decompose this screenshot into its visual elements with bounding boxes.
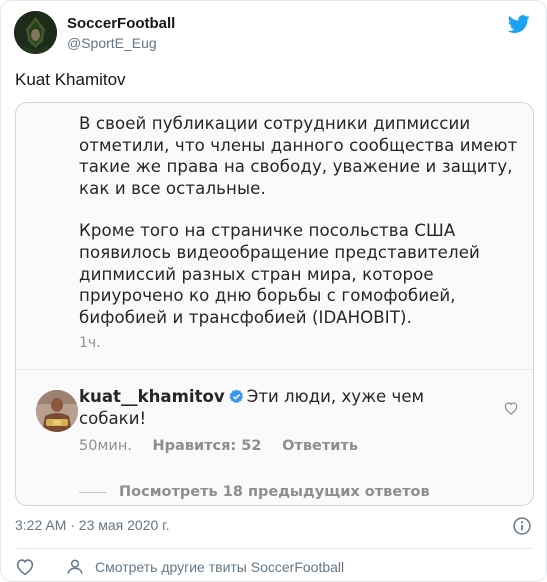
tweet-card: SoccerFootball @SportE_Eug Kuat Khamitov… [0,0,547,582]
comment-time: 50мин. [79,438,132,454]
heart-like-icon[interactable] [15,558,35,576]
comment-meta: 50мин. Нравится: 52 Ответить [79,438,374,454]
person-icon[interactable] [65,557,85,577]
comment-divider [16,369,533,370]
comment-likes: Нравится: 52 [152,438,262,454]
view-replies-link: Посмотреть 18 предыдущих ответов [79,484,430,500]
post-caption: В своей публикации сотрудники дипмиссии … [79,113,519,349]
tweet-timestamp[interactable]: 3:22 AM · 23 мая 2020 г. [15,517,169,533]
embedded-screenshot[interactable]: В своей публикации сотрудники дипмиссии … [15,102,534,506]
commenter-avatar [36,390,78,432]
caption-paragraph-1: В своей публикации сотрудники дипмиссии … [79,114,518,198]
verified-badge-icon [229,389,243,404]
heart-outline-icon [504,402,518,415]
tweet-text: Kuat Khamitov [15,70,126,89]
comment-reply-button: Ответить [282,438,358,454]
comment-body: kuat__khamitov Эти люди, хуже чем собаки! [79,386,459,430]
view-replies-dash [79,491,107,493]
author-display-name[interactable]: SoccerFootball [67,14,175,33]
post-time: 1ч. [79,335,101,351]
caption-paragraph-2: Кроме того на страничке посольства США п… [79,221,480,327]
view-replies-label: Посмотреть 18 предыдущих ответов [119,484,430,500]
author-handle[interactable]: @SportE_Eug [67,34,175,53]
commenter-username: kuat__khamitov [79,387,225,406]
author-block[interactable]: SoccerFootball @SportE_Eug [67,14,175,53]
footer-divider [15,548,532,549]
more-tweets-link[interactable]: Смотреть другие твиты SoccerFootball [95,559,344,575]
info-circle-icon[interactable] [512,516,532,536]
author-avatar[interactable] [14,11,57,54]
twitter-bird-icon[interactable] [508,13,530,35]
